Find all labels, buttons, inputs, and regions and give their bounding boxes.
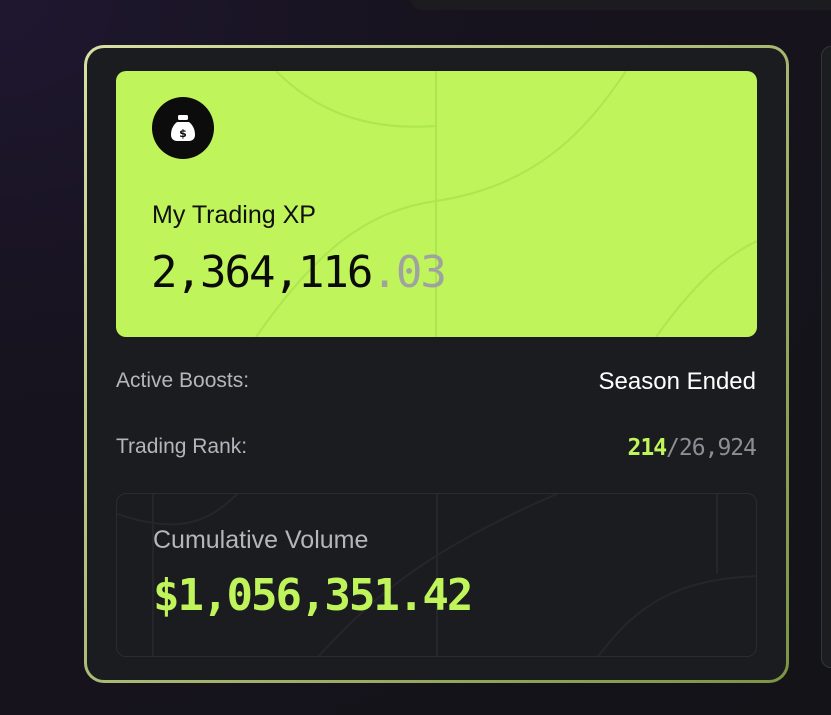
xp-value-whole: 2,364,116 — [151, 247, 373, 298]
cumulative-volume-panel: Cumulative Volume $1,056,351.42 — [116, 493, 757, 657]
trading-rank-total: 26,924 — [678, 435, 757, 461]
money-bag-icon: $ — [152, 97, 214, 159]
active-boosts-value: Season Ended — [598, 368, 756, 395]
trading-xp-card: $ My Trading XP 2,364,116.03 Active Boos… — [84, 45, 789, 683]
xp-value-decimal: .03 — [371, 247, 446, 298]
xp-label: My Trading XP — [152, 201, 316, 229]
trading-rank-label: Trading Rank: — [116, 435, 248, 458]
xp-highlight-panel: $ My Trading XP 2,364,116.03 — [116, 71, 757, 337]
cumulative-volume-label: Cumulative Volume — [153, 526, 369, 554]
xp-value: 2,364,116.03 — [151, 247, 447, 298]
background-top-panel — [410, 0, 831, 10]
svg-text:$: $ — [179, 127, 187, 140]
trading-rank-value: 214/26,924 — [627, 435, 758, 461]
cumulative-volume-value: $1,056,351.42 — [153, 570, 473, 621]
active-boosts-label: Active Boosts: — [116, 369, 250, 392]
trading-rank-separator: / — [666, 435, 680, 461]
trading-rank-position: 214 — [627, 435, 668, 461]
background-side-panel — [821, 46, 831, 668]
